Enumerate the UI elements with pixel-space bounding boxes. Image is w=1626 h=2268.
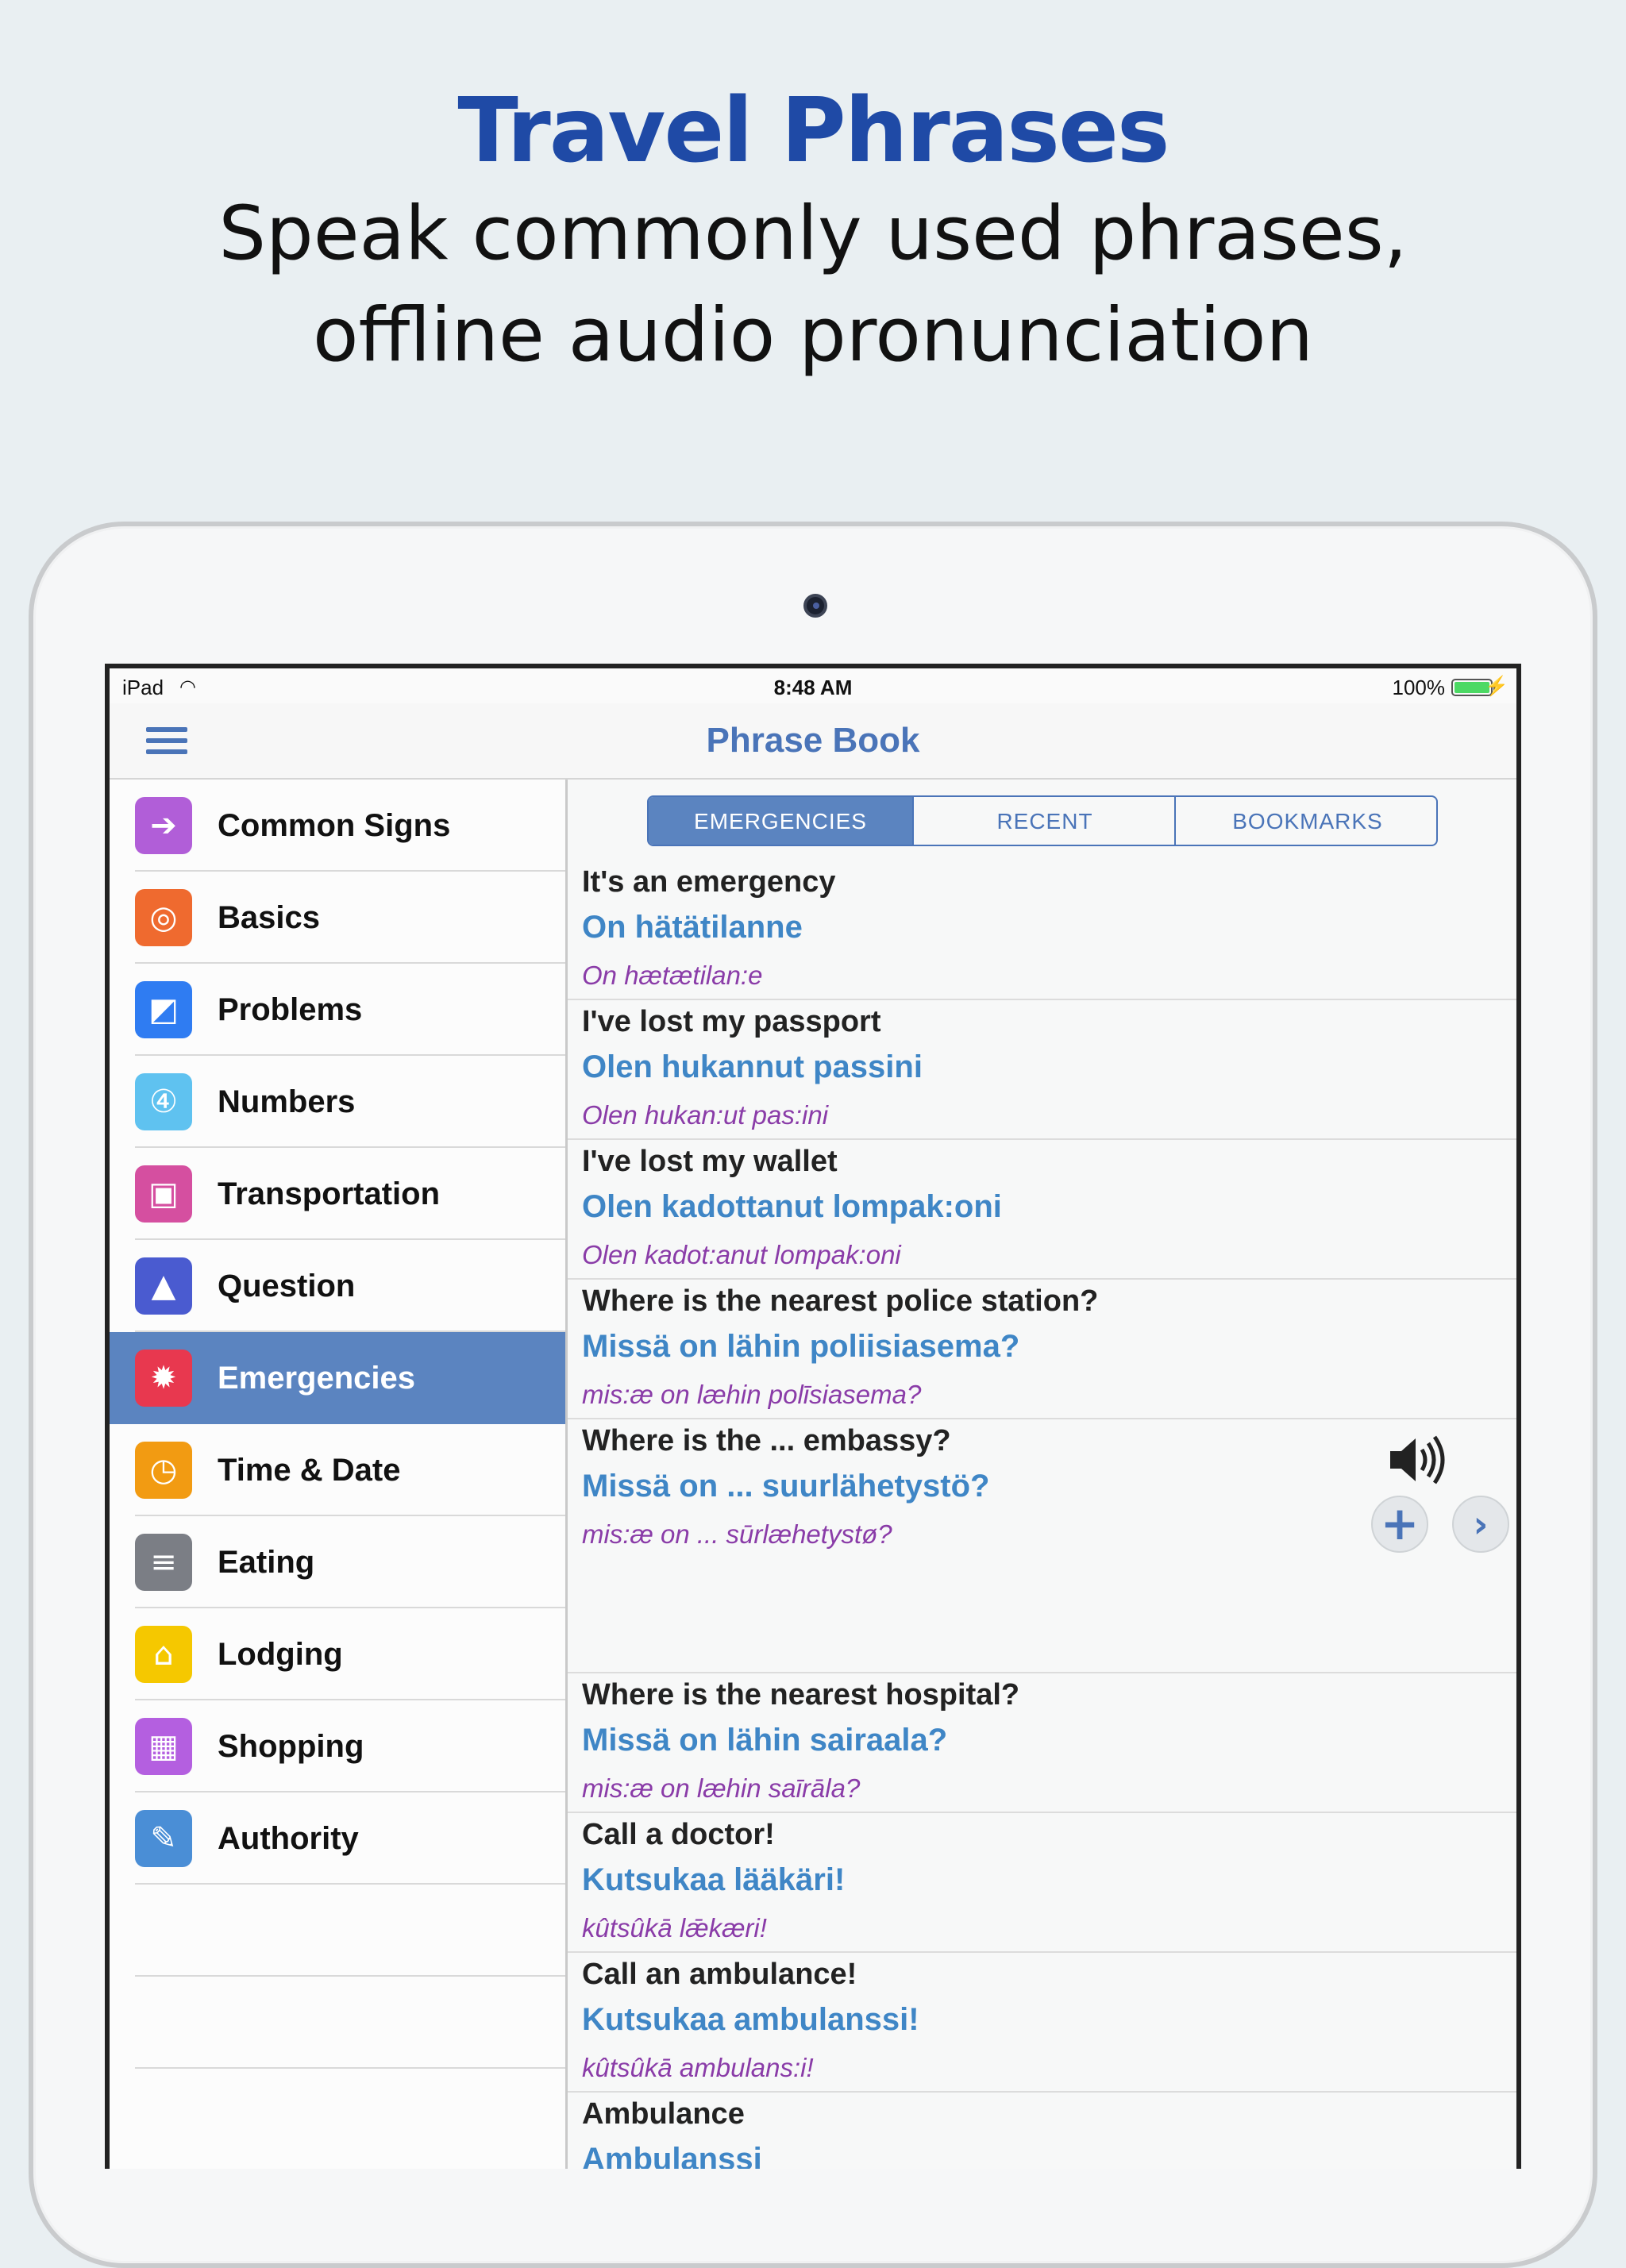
sidebar-item-basics[interactable]: ◎ Basics	[110, 872, 565, 964]
sidebar-item-authority[interactable]: ✎ Authority	[110, 1792, 565, 1885]
phrase-row[interactable]: I've lost my passport Olen hukannut pass…	[568, 999, 1516, 1140]
sidebar-item-label: Transportation	[218, 1176, 441, 1211]
phrase-english: Call a doctor!	[582, 1818, 775, 1851]
sidebar-item-emergencies[interactable]: ✹ Emergencies	[110, 1332, 565, 1424]
phrase-english: Where is the nearest hospital?	[582, 1678, 1020, 1712]
sidebar-item-numbers[interactable]: ④ Numbers	[110, 1056, 565, 1148]
basics-icon: ◎	[135, 889, 192, 946]
sidebar-item-label: Eating	[218, 1545, 315, 1580]
sidebar-item-label: Time & Date	[218, 1453, 401, 1488]
sidebar-item-time-date[interactable]: ◷ Time & Date	[110, 1424, 565, 1516]
phrase-row[interactable]: I've lost my wallet Olen kadottanut lomp…	[568, 1138, 1516, 1280]
phrase-english: Call an ambulance!	[582, 1958, 857, 1991]
phrase-row[interactable]: Call an ambulance! Kutsukaa ambulanssi! …	[568, 1951, 1516, 2093]
phrase-finnish: Ambulanssi	[582, 2142, 762, 2169]
phrase-finnish: On hätätilanne	[582, 910, 803, 945]
phrase-finnish: Missä on lähin sairaala?	[582, 1723, 948, 1758]
phrase-pronunciation: mis:æ on ... sūrlæhetystø?	[582, 1519, 892, 1549]
sidebar-item-label: Emergencies	[218, 1361, 416, 1396]
sidebar-item-label: Problems	[218, 992, 363, 1027]
phrase-finnish: Missä on lähin poliisiasema?	[582, 1329, 1020, 1364]
battery-percent: 100%	[1392, 676, 1446, 699]
status-bar: iPad ◠ 8:48 AM 100% ⚡	[110, 668, 1516, 703]
charging-icon: ⚡	[1485, 676, 1508, 697]
phrase-row-expanded[interactable]: Where is the ... embassy? Missä on ... s…	[568, 1418, 1516, 1673]
person-icon: ▲	[135, 1257, 192, 1315]
quill-icon: ✎	[135, 1810, 192, 1867]
tab-bookmarks[interactable]: BOOKMARKS	[1174, 797, 1436, 845]
navigation-bar: Phrase Book	[110, 703, 1516, 780]
phrase-english: I've lost my wallet	[582, 1145, 838, 1178]
marketing-subline-2: offline audio pronunciation	[312, 292, 1314, 379]
phrase-row[interactable]: Where is the nearest hospital? Missä on …	[568, 1672, 1516, 1813]
speaker-icon[interactable]	[1385, 1432, 1449, 1488]
problems-icon: ◩	[135, 981, 192, 1038]
sidebar-item-transportation[interactable]: ▣ Transportation	[110, 1148, 565, 1240]
phrase-finnish: Kutsukaa ambulanssi!	[582, 2002, 919, 2037]
sidebar-item-label: Question	[218, 1269, 356, 1303]
cart-icon: ▦	[135, 1718, 192, 1775]
sidebar-item-label: Common Signs	[218, 808, 451, 843]
marketing-subline-1: Speak commonly used phrases,	[218, 191, 1408, 277]
phrase-list-panel: EMERGENCIES RECENT BOOKMARKS It's an eme…	[568, 780, 1516, 2169]
numbers-icon: ④	[135, 1073, 192, 1130]
phrase-english: I've lost my passport	[582, 1005, 881, 1038]
divider	[135, 2067, 565, 2069]
status-time: 8:48 AM	[773, 676, 853, 699]
phrase-finnish: Missä on ... suurlähetystö?	[582, 1469, 990, 1504]
car-icon: ▣	[135, 1165, 192, 1223]
camera-icon	[803, 594, 827, 618]
phrase-english: Where is the nearest police station?	[582, 1284, 1099, 1318]
phrase-pronunciation: Olen hukan:ut pas:ini	[582, 1100, 829, 1130]
sidebar-item-label: Lodging	[218, 1637, 343, 1672]
sidebar-item-common-signs[interactable]: ➔ Common Signs	[110, 780, 565, 872]
phrase-row[interactable]: Where is the nearest police station? Mis…	[568, 1278, 1516, 1419]
phrase-finnish: Olen hukannut passini	[582, 1049, 923, 1084]
page-title: Phrase Book	[706, 721, 920, 760]
sidebar-item-label: Shopping	[218, 1729, 364, 1764]
siren-icon: ✹	[135, 1350, 192, 1407]
sidebar-item-question[interactable]: ▲ Question	[110, 1240, 565, 1332]
phrase-finnish: Kutsukaa lääkäri!	[582, 1862, 846, 1897]
sidebar-item-shopping[interactable]: ▦ Shopping	[110, 1700, 565, 1792]
tab-recent[interactable]: RECENT	[912, 797, 1176, 845]
clock-icon: ◷	[135, 1442, 192, 1499]
plus-icon[interactable]: +	[1371, 1496, 1428, 1553]
category-sidebar: ➔ Common Signs ◎ Basics ◩ Problems ④ Num…	[110, 780, 568, 2169]
phrase-row[interactable]: It's an emergency On hätätilanne On hætæ…	[568, 859, 1516, 1000]
divider	[135, 1975, 565, 1977]
phrase-pronunciation: kûtsûkā ambulans:i!	[582, 2053, 814, 2082]
sign-icon: ➔	[135, 797, 192, 854]
tab-emergencies[interactable]: EMERGENCIES	[649, 797, 912, 845]
phrase-pronunciation: mis:æ on læhin saīrāla?	[582, 1773, 861, 1803]
phrase-english: Where is the ... embassy?	[582, 1424, 951, 1457]
phrase-pronunciation: On hætætilan:e	[582, 961, 763, 990]
phrase-pronunciation: mis:æ on læhin polīsiasema?	[582, 1380, 922, 1409]
segmented-control: EMERGENCIES RECENT BOOKMARKS	[647, 795, 1438, 846]
sidebar-item-label: Basics	[218, 900, 320, 935]
phrase-english: Ambulance	[582, 2097, 745, 2131]
sidebar-item-eating[interactable]: ≡ Eating	[110, 1516, 565, 1608]
phrase-row[interactable]: Ambulance Ambulanssi	[568, 2091, 1516, 2169]
phrase-pronunciation: Olen kadot:anut lompak:oni	[582, 1240, 901, 1269]
sidebar-item-lodging[interactable]: ⌂ Lodging	[110, 1608, 565, 1700]
sidebar-item-label: Authority	[218, 1821, 359, 1856]
eating-icon: ≡	[135, 1534, 192, 1591]
phrase-pronunciation: kûtsûkā lǣkæri!	[582, 1913, 767, 1943]
house-icon: ⌂	[135, 1626, 192, 1683]
phrase-row[interactable]: Call a doctor! Kutsukaa lääkäri! kûtsûkā…	[568, 1812, 1516, 1953]
chevron-right-icon[interactable]: ›	[1452, 1496, 1509, 1553]
app-screen: iPad ◠ 8:48 AM 100% ⚡ Phrase Book ➔ Comm…	[105, 664, 1521, 2169]
phrase-finnish: Olen kadottanut lompak:oni	[582, 1189, 1002, 1224]
marketing-headline: Travel Phrases	[457, 79, 1169, 183]
sidebar-item-label: Numbers	[218, 1084, 356, 1119]
phrase-english: It's an emergency	[582, 865, 836, 899]
sidebar-item-problems[interactable]: ◩ Problems	[110, 964, 565, 1056]
